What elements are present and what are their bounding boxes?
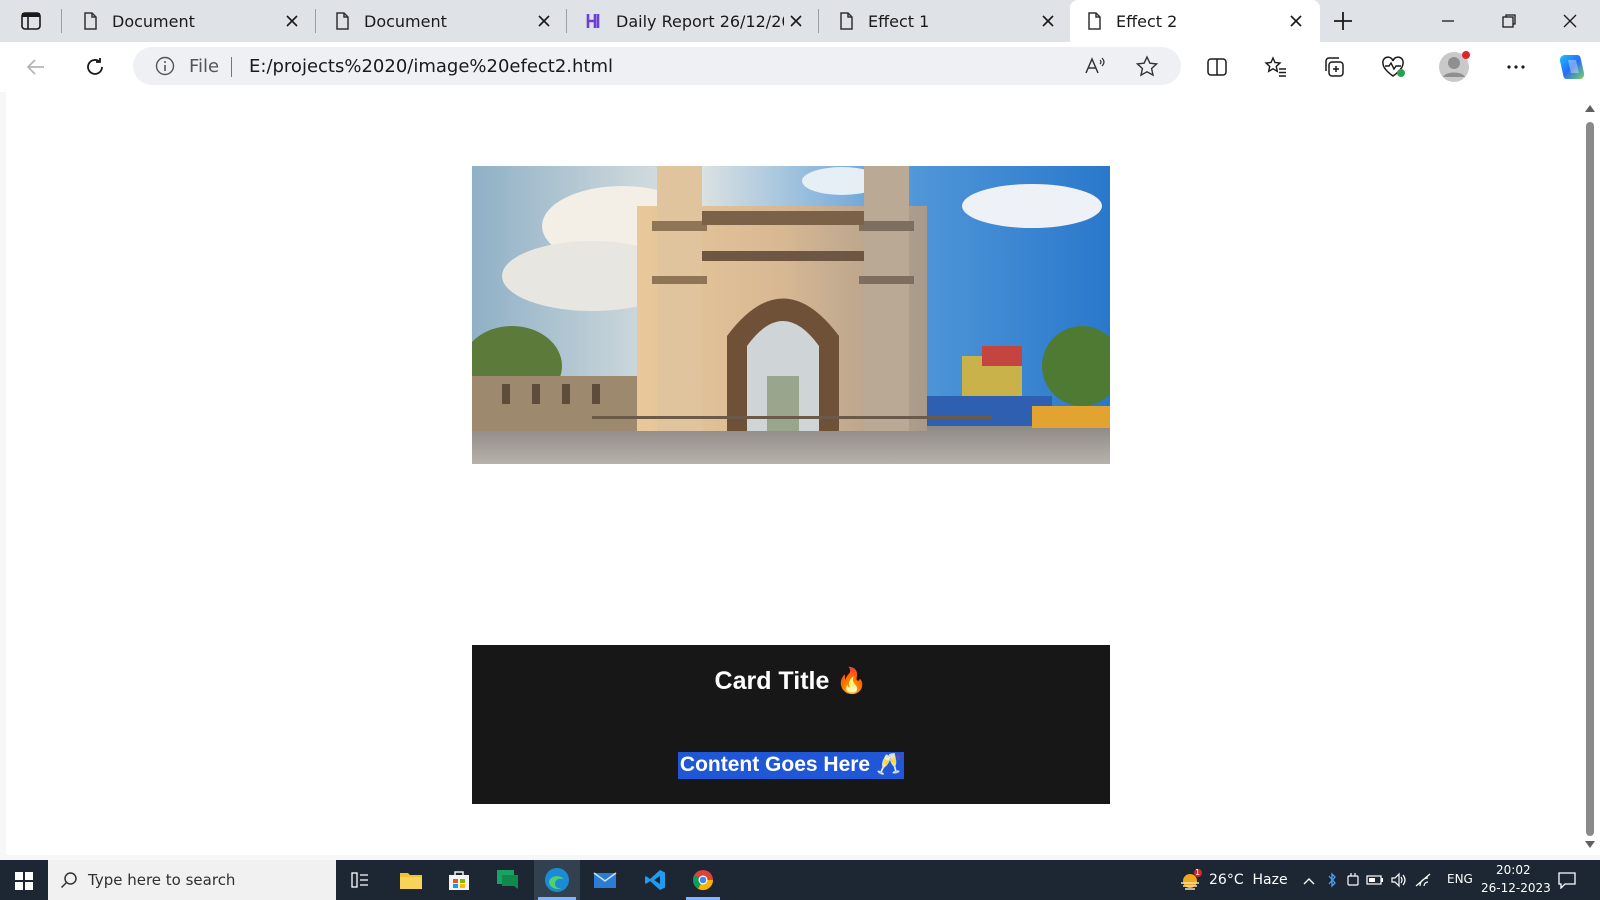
weather-text[interactable]: 26°C Haze xyxy=(1209,872,1288,888)
favorites-icon[interactable] xyxy=(1264,55,1288,79)
close-icon[interactable] xyxy=(1286,11,1306,31)
address-bar[interactable]: File E:/projects%2020/image%20efect2.htm… xyxy=(133,47,1181,85)
browser-essentials-icon[interactable] xyxy=(1380,55,1406,79)
input-language[interactable]: ENG xyxy=(1447,872,1473,886)
tab-title: Effect 1 xyxy=(868,11,930,31)
search-placeholder: Type here to search xyxy=(88,871,236,889)
info-icon[interactable] xyxy=(155,56,175,76)
close-icon[interactable] xyxy=(534,11,554,31)
tab-title: Document xyxy=(112,11,195,31)
bluetooth-icon[interactable] xyxy=(1326,872,1338,888)
content-card: Card Title 🔥 Content Goes Here 🥂 xyxy=(472,645,1110,804)
card-content-text: Content Goes Here 🥂 xyxy=(677,752,905,779)
hero-image xyxy=(472,166,1110,464)
new-tab-button[interactable] xyxy=(1332,10,1354,32)
hashnode-icon xyxy=(584,11,604,31)
battery-icon[interactable] xyxy=(1366,873,1384,887)
taskbar-search-box[interactable]: Type here to search xyxy=(48,860,336,900)
page-icon xyxy=(836,11,856,31)
clock-date[interactable]: 26-12-2023 xyxy=(1481,881,1551,895)
vscode-icon[interactable] xyxy=(644,869,666,891)
tab-title: Effect 2 xyxy=(1116,11,1178,31)
search-icon xyxy=(60,871,78,889)
tab-title: Daily Report 26/12/202 xyxy=(616,11,784,31)
close-icon[interactable] xyxy=(1038,11,1058,31)
avatar[interactable] xyxy=(1438,51,1470,83)
tab-effect-1[interactable]: Effect 1 xyxy=(826,0,1068,42)
windows-taskbar: Type here to search 1 26°C Haze ENG 20:0… xyxy=(0,860,1600,900)
close-window-button[interactable] xyxy=(1560,11,1580,31)
close-icon[interactable] xyxy=(282,11,302,31)
minimize-button[interactable] xyxy=(1438,11,1458,31)
microsoft-store-icon[interactable] xyxy=(448,869,470,891)
scroll-up-arrow[interactable] xyxy=(1584,100,1596,112)
network-adapter-icon[interactable] xyxy=(1346,872,1360,888)
start-windows-icon[interactable] xyxy=(14,871,34,891)
back-arrow-icon[interactable] xyxy=(24,55,48,79)
scroll-thumb[interactable] xyxy=(1586,122,1594,836)
scroll-down-arrow[interactable] xyxy=(1584,837,1596,848)
task-view-icon[interactable] xyxy=(350,870,370,890)
tab-document-1[interactable]: Document xyxy=(70,0,312,42)
clock-time[interactable]: 20:02 xyxy=(1496,863,1531,877)
card-title: Card Title 🔥 xyxy=(714,667,868,695)
tab-title: Document xyxy=(364,11,447,31)
copilot-icon[interactable] xyxy=(1556,51,1588,83)
file-explorer-icon[interactable] xyxy=(399,869,423,891)
tab-document-2[interactable]: Document xyxy=(322,0,564,42)
close-icon[interactable] xyxy=(786,11,806,31)
browser-toolbar: File E:/projects%2020/image%20efect2.htm… xyxy=(0,42,1600,92)
url-text[interactable]: E:/projects%2020/image%20efect2.html xyxy=(249,56,613,77)
chevron-up-icon[interactable] xyxy=(1302,874,1316,886)
page-icon xyxy=(80,11,100,31)
favorite-star-icon[interactable] xyxy=(1135,55,1159,77)
split-screen-icon[interactable] xyxy=(1205,55,1229,79)
restore-button[interactable] xyxy=(1499,11,1519,31)
wifi-icon[interactable] xyxy=(1414,872,1432,888)
edge-browser-icon[interactable] xyxy=(534,860,580,900)
vertical-scrollbar[interactable] xyxy=(1580,92,1600,855)
volume-icon[interactable] xyxy=(1390,872,1408,888)
chrome-icon[interactable] xyxy=(686,869,720,900)
page-icon xyxy=(332,11,352,31)
page-icon xyxy=(1084,11,1104,31)
tab-actions-icon[interactable] xyxy=(20,11,42,31)
collections-icon[interactable] xyxy=(1322,55,1346,79)
weather-icon[interactable]: 1 xyxy=(1178,868,1202,891)
notifications-icon[interactable] xyxy=(1557,871,1577,890)
weather-alert-badge: 1 xyxy=(1195,868,1201,877)
chat-app-icon[interactable] xyxy=(496,869,520,891)
read-aloud-icon[interactable] xyxy=(1083,55,1107,77)
refresh-icon[interactable] xyxy=(83,55,107,79)
browser-tab-strip: Document Document Daily Report 26/12/202… xyxy=(0,0,1600,42)
scheme-label: File xyxy=(189,56,220,77)
tab-effect-2[interactable]: Effect 2 xyxy=(1070,0,1320,42)
mail-icon[interactable] xyxy=(593,870,617,890)
tab-daily-report[interactable]: Daily Report 26/12/202 xyxy=(574,0,816,42)
more-options-icon[interactable] xyxy=(1504,55,1528,79)
